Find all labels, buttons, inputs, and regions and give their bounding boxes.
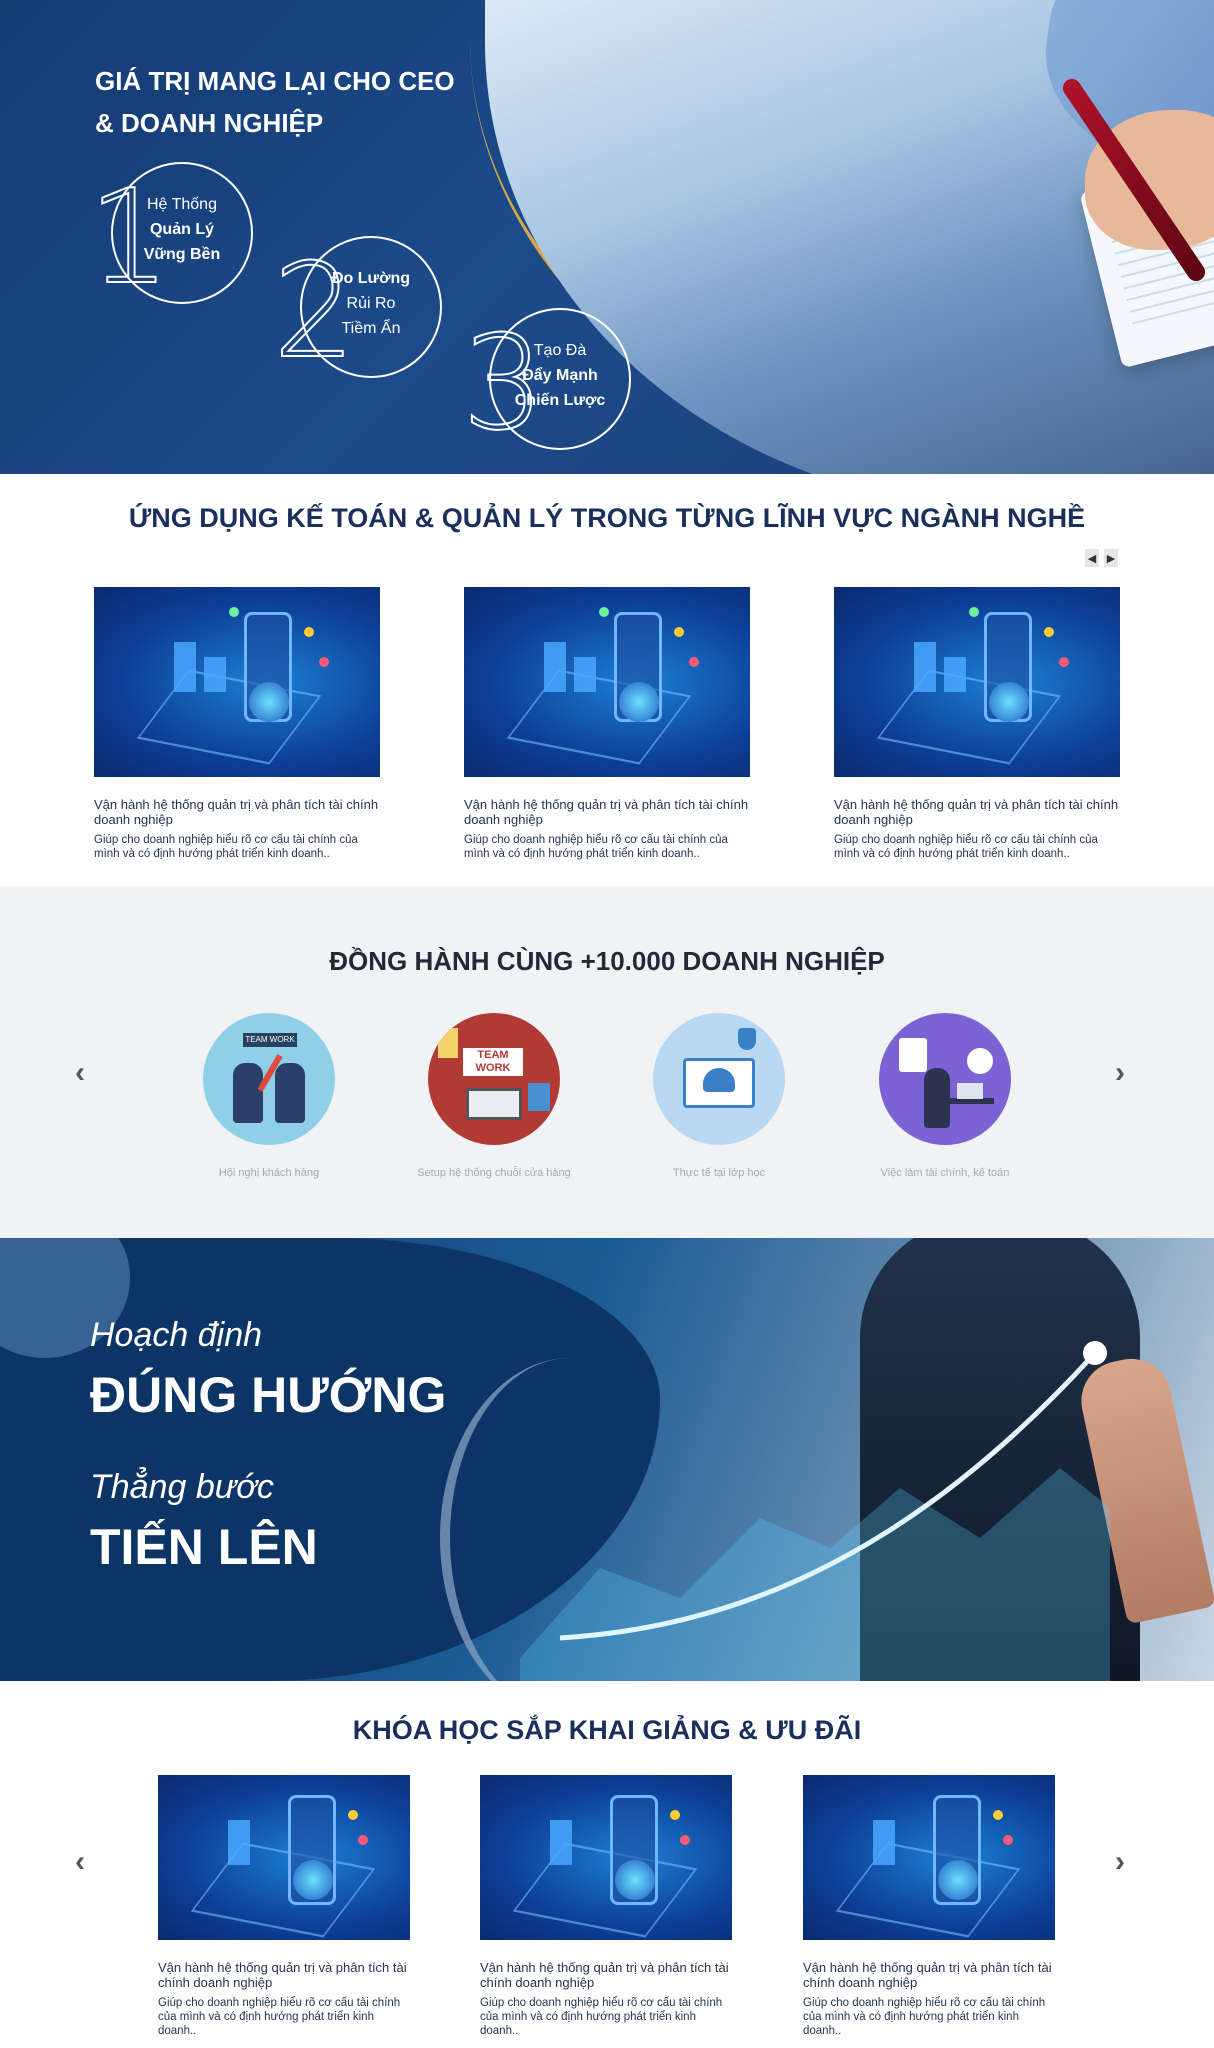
partner-item[interactable]: TEAM WORK Setup hệ thống chuỗi cửa hàng: [384, 1013, 604, 1179]
applications-carousel-controls: ◀ ▶: [1085, 549, 1118, 567]
card-title: Vận hành hệ thống quản trị và phân tích …: [480, 1960, 729, 1990]
hero-section: GIÁ TRỊ MANG LẠI CHO CEO & DOANH NGHIỆP …: [0, 0, 1214, 474]
chevron-left-icon[interactable]: ‹: [75, 1056, 85, 1090]
chevron-right-icon[interactable]: ▶: [1104, 549, 1118, 567]
card-illustration: [834, 587, 1120, 777]
course-card[interactable]: Vận hành hệ thống quản trị và phân tích …: [480, 1775, 732, 2038]
chevron-left-icon[interactable]: ‹: [75, 1845, 85, 1879]
banner-line-1: Hoạch định: [90, 1316, 263, 1354]
partner-image: [879, 1013, 1011, 1145]
banner-line-2: ĐÚNG HƯỚNG: [90, 1367, 447, 1423]
card-description: Giúp cho doanh nghiệp hiểu rõ cơ cấu tài…: [834, 834, 1098, 860]
applications-title: ỨNG DỤNG KẾ TOÁN & QUẢN LÝ TRONG TỪNG LĨ…: [128, 503, 1086, 533]
application-card[interactable]: Vận hành hệ thống quản trị và phân tích …: [834, 587, 1120, 861]
card-description: Giúp cho doanh nghiệp hiểu rõ cơ cấu tài…: [158, 1997, 401, 2037]
partners-title: ĐỒNG HÀNH CÙNG +10.000 DOANH NGHIỆP: [329, 946, 885, 976]
partner-item[interactable]: TEAM WORK Hội nghị khách hàng: [159, 1013, 379, 1179]
card-illustration: [464, 587, 750, 777]
card-illustration: [803, 1775, 1055, 1940]
chevron-right-icon[interactable]: ›: [1115, 1056, 1125, 1090]
partners-section: ĐỒNG HÀNH CÙNG +10.000 DOANH NGHIỆP ‹ › …: [0, 886, 1214, 1238]
partner-item[interactable]: Thực tế tại lớp học: [609, 1013, 829, 1179]
partner-image: TEAM WORK: [203, 1013, 335, 1145]
card-description: Giúp cho doanh nghiệp hiểu rõ cơ cấu tài…: [803, 1997, 1046, 2037]
card-description: Giúp cho doanh nghiệp hiểu rõ cơ cấu tài…: [464, 834, 728, 860]
application-card[interactable]: Vận hành hệ thống quản trị và phân tích …: [464, 587, 750, 861]
partner-caption: Thực tế tại lớp học: [672, 1167, 766, 1179]
card-description: Giúp cho doanh nghiệp hiểu rõ cơ cấu tài…: [480, 1997, 723, 2037]
course-card[interactable]: Vận hành hệ thống quản trị và phân tích …: [803, 1775, 1055, 2038]
courses-title: KHÓA HỌC SẮP KHAI GIẢNG & ƯU ĐÃI: [352, 1715, 862, 1745]
application-card[interactable]: Vận hành hệ thống quản trị và phân tích …: [94, 587, 380, 861]
chevron-right-icon[interactable]: ›: [1115, 1845, 1125, 1879]
partner-image: TEAM WORK: [428, 1013, 560, 1145]
step-label: Đo Lường Rủi Ro Tiềm Ẩn: [331, 270, 411, 337]
card-title: Vận hành hệ thống quản trị và phân tích …: [834, 797, 1119, 827]
partner-image: [653, 1013, 785, 1145]
card-illustration: [94, 587, 380, 777]
step-label: Tạo Đà Đẩy Mạnh Chiến Lược: [514, 342, 606, 409]
partner-caption: Việc làm tài chính, kế toán: [880, 1167, 1010, 1179]
banner-line-4: TIẾN LÊN: [90, 1519, 318, 1575]
course-card[interactable]: Vận hành hệ thống quản trị và phân tích …: [158, 1775, 410, 2038]
card-illustration: [480, 1775, 732, 1940]
banner-line-3: Thẳng bước: [90, 1468, 274, 1506]
promo-banner: [0, 1238, 1214, 1681]
card-title: Vận hành hệ thống quản trị và phân tích …: [94, 797, 379, 827]
chevron-left-icon[interactable]: ◀: [1085, 549, 1099, 567]
card-illustration: [158, 1775, 410, 1940]
partner-caption: Hội nghị khách hàng: [218, 1167, 320, 1179]
step-label: Hệ Thống Quản Lý Vững Bền: [143, 196, 221, 263]
partner-item[interactable]: Việc làm tài chính, kế toán: [835, 1013, 1055, 1179]
hero-title: GIÁ TRỊ MANG LẠI CHO CEO & DOANH NGHIỆP: [95, 66, 455, 138]
card-title: Vận hành hệ thống quản trị và phân tích …: [158, 1960, 407, 1990]
partner-caption: Setup hệ thống chuỗi cửa hàng: [417, 1167, 571, 1179]
landing-page: GIÁ TRỊ MANG LẠI CHO CEO & DOANH NGHIỆP …: [0, 0, 1214, 2048]
card-title: Vận hành hệ thống quản trị và phân tích …: [464, 797, 749, 827]
card-description: Giúp cho doanh nghiệp hiểu rõ cơ cấu tài…: [94, 834, 358, 860]
card-title: Vận hành hệ thống quản trị và phân tích …: [803, 1960, 1052, 1990]
